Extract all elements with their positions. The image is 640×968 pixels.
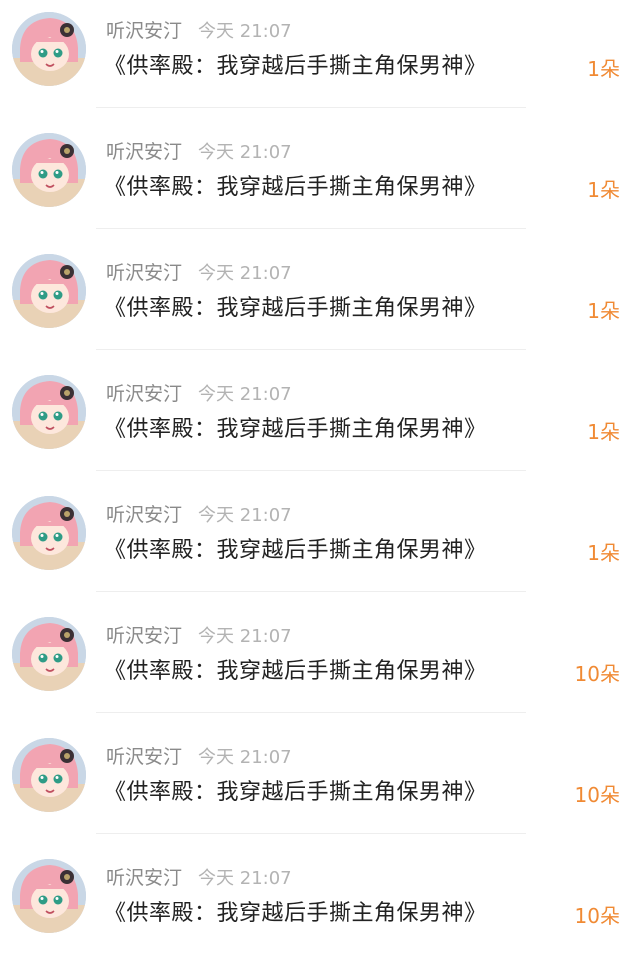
anime-girl-avatar-icon: [12, 738, 86, 812]
list-item[interactable]: 听沢安汀 今天 21:07 《供率殿：我穿越后手撕主角保男神》 1朵: [0, 242, 640, 363]
avatar[interactable]: [12, 738, 86, 812]
avatar[interactable]: [12, 133, 86, 207]
divider: [96, 228, 526, 229]
book-title[interactable]: 《供率殿：我穿越后手撕主角保男神》: [104, 171, 487, 205]
flower-count: 10朵: [574, 662, 620, 686]
anime-girl-avatar-icon: [12, 617, 86, 691]
anime-girl-avatar-icon: [12, 859, 86, 933]
flower-count: 1朵: [587, 299, 620, 323]
divider: [96, 712, 526, 713]
timestamp: 今天 21:07: [198, 505, 292, 526]
list-item[interactable]: 听沢安汀 今天 21:07 《供率殿：我穿越后手撕主角保男神》 1朵: [0, 363, 640, 484]
divider: [96, 470, 526, 471]
book-title[interactable]: 《供率殿：我穿越后手撕主角保男神》: [104, 50, 487, 84]
user-name[interactable]: 听沢安汀: [106, 20, 182, 42]
divider: [96, 591, 526, 592]
timestamp: 今天 21:07: [198, 142, 292, 163]
book-title[interactable]: 《供率殿：我穿越后手撕主角保男神》: [104, 655, 487, 689]
anime-girl-avatar-icon: [12, 254, 86, 328]
item-meta: 听沢安汀 今天 21:07: [106, 865, 292, 891]
avatar[interactable]: [12, 375, 86, 449]
user-name[interactable]: 听沢安汀: [106, 262, 182, 284]
item-meta: 听沢安汀 今天 21:07: [106, 18, 292, 44]
divider: [96, 833, 526, 834]
divider: [96, 107, 526, 108]
divider: [96, 349, 526, 350]
timestamp: 今天 21:07: [198, 21, 292, 42]
timestamp: 今天 21:07: [198, 626, 292, 647]
book-title[interactable]: 《供率殿：我穿越后手撕主角保男神》: [104, 776, 487, 810]
user-name[interactable]: 听沢安汀: [106, 867, 182, 889]
list-item[interactable]: 听沢安汀 今天 21:07 《供率殿：我穿越后手撕主角保男神》 1朵: [0, 121, 640, 242]
flower-count: 1朵: [587, 541, 620, 565]
avatar[interactable]: [12, 859, 86, 933]
avatar[interactable]: [12, 254, 86, 328]
user-name[interactable]: 听沢安汀: [106, 383, 182, 405]
gift-record-list: 听沢安汀 今天 21:07 《供率殿：我穿越后手撕主角保男神》 1朵 听沢安汀 …: [0, 0, 640, 946]
book-title[interactable]: 《供率殿：我穿越后手撕主角保男神》: [104, 292, 487, 326]
item-meta: 听沢安汀 今天 21:07: [106, 502, 292, 528]
avatar[interactable]: [12, 12, 86, 86]
item-meta: 听沢安汀 今天 21:07: [106, 260, 292, 286]
item-meta: 听沢安汀 今天 21:07: [106, 381, 292, 407]
timestamp: 今天 21:07: [198, 868, 292, 889]
flower-count: 1朵: [587, 178, 620, 202]
item-meta: 听沢安汀 今天 21:07: [106, 744, 292, 770]
timestamp: 今天 21:07: [198, 747, 292, 768]
flower-count: 10朵: [574, 904, 620, 928]
list-item[interactable]: 听沢安汀 今天 21:07 《供率殿：我穿越后手撕主角保男神》 10朵: [0, 726, 640, 847]
list-item[interactable]: 听沢安汀 今天 21:07 《供率殿：我穿越后手撕主角保男神》 1朵: [0, 484, 640, 605]
anime-girl-avatar-icon: [12, 375, 86, 449]
anime-girl-avatar-icon: [12, 133, 86, 207]
list-item[interactable]: 听沢安汀 今天 21:07 《供率殿：我穿越后手撕主角保男神》 1朵: [0, 0, 640, 121]
avatar[interactable]: [12, 496, 86, 570]
user-name[interactable]: 听沢安汀: [106, 625, 182, 647]
item-meta: 听沢安汀 今天 21:07: [106, 623, 292, 649]
anime-girl-avatar-icon: [12, 496, 86, 570]
book-title[interactable]: 《供率殿：我穿越后手撕主角保男神》: [104, 534, 487, 568]
book-title[interactable]: 《供率殿：我穿越后手撕主角保男神》: [104, 413, 487, 447]
user-name[interactable]: 听沢安汀: [106, 504, 182, 526]
user-name[interactable]: 听沢安汀: [106, 746, 182, 768]
flower-count: 10朵: [574, 783, 620, 807]
item-meta: 听沢安汀 今天 21:07: [106, 139, 292, 165]
flower-count: 1朵: [587, 420, 620, 444]
book-title[interactable]: 《供率殿：我穿越后手撕主角保男神》: [104, 897, 487, 931]
list-item[interactable]: 听沢安汀 今天 21:07 《供率殿：我穿越后手撕主角保男神》 10朵: [0, 605, 640, 726]
timestamp: 今天 21:07: [198, 263, 292, 284]
timestamp: 今天 21:07: [198, 384, 292, 405]
list-item[interactable]: 听沢安汀 今天 21:07 《供率殿：我穿越后手撕主角保男神》 10朵: [0, 847, 640, 968]
avatar[interactable]: [12, 617, 86, 691]
anime-girl-avatar-icon: [12, 12, 86, 86]
flower-count: 1朵: [587, 57, 620, 81]
user-name[interactable]: 听沢安汀: [106, 141, 182, 163]
